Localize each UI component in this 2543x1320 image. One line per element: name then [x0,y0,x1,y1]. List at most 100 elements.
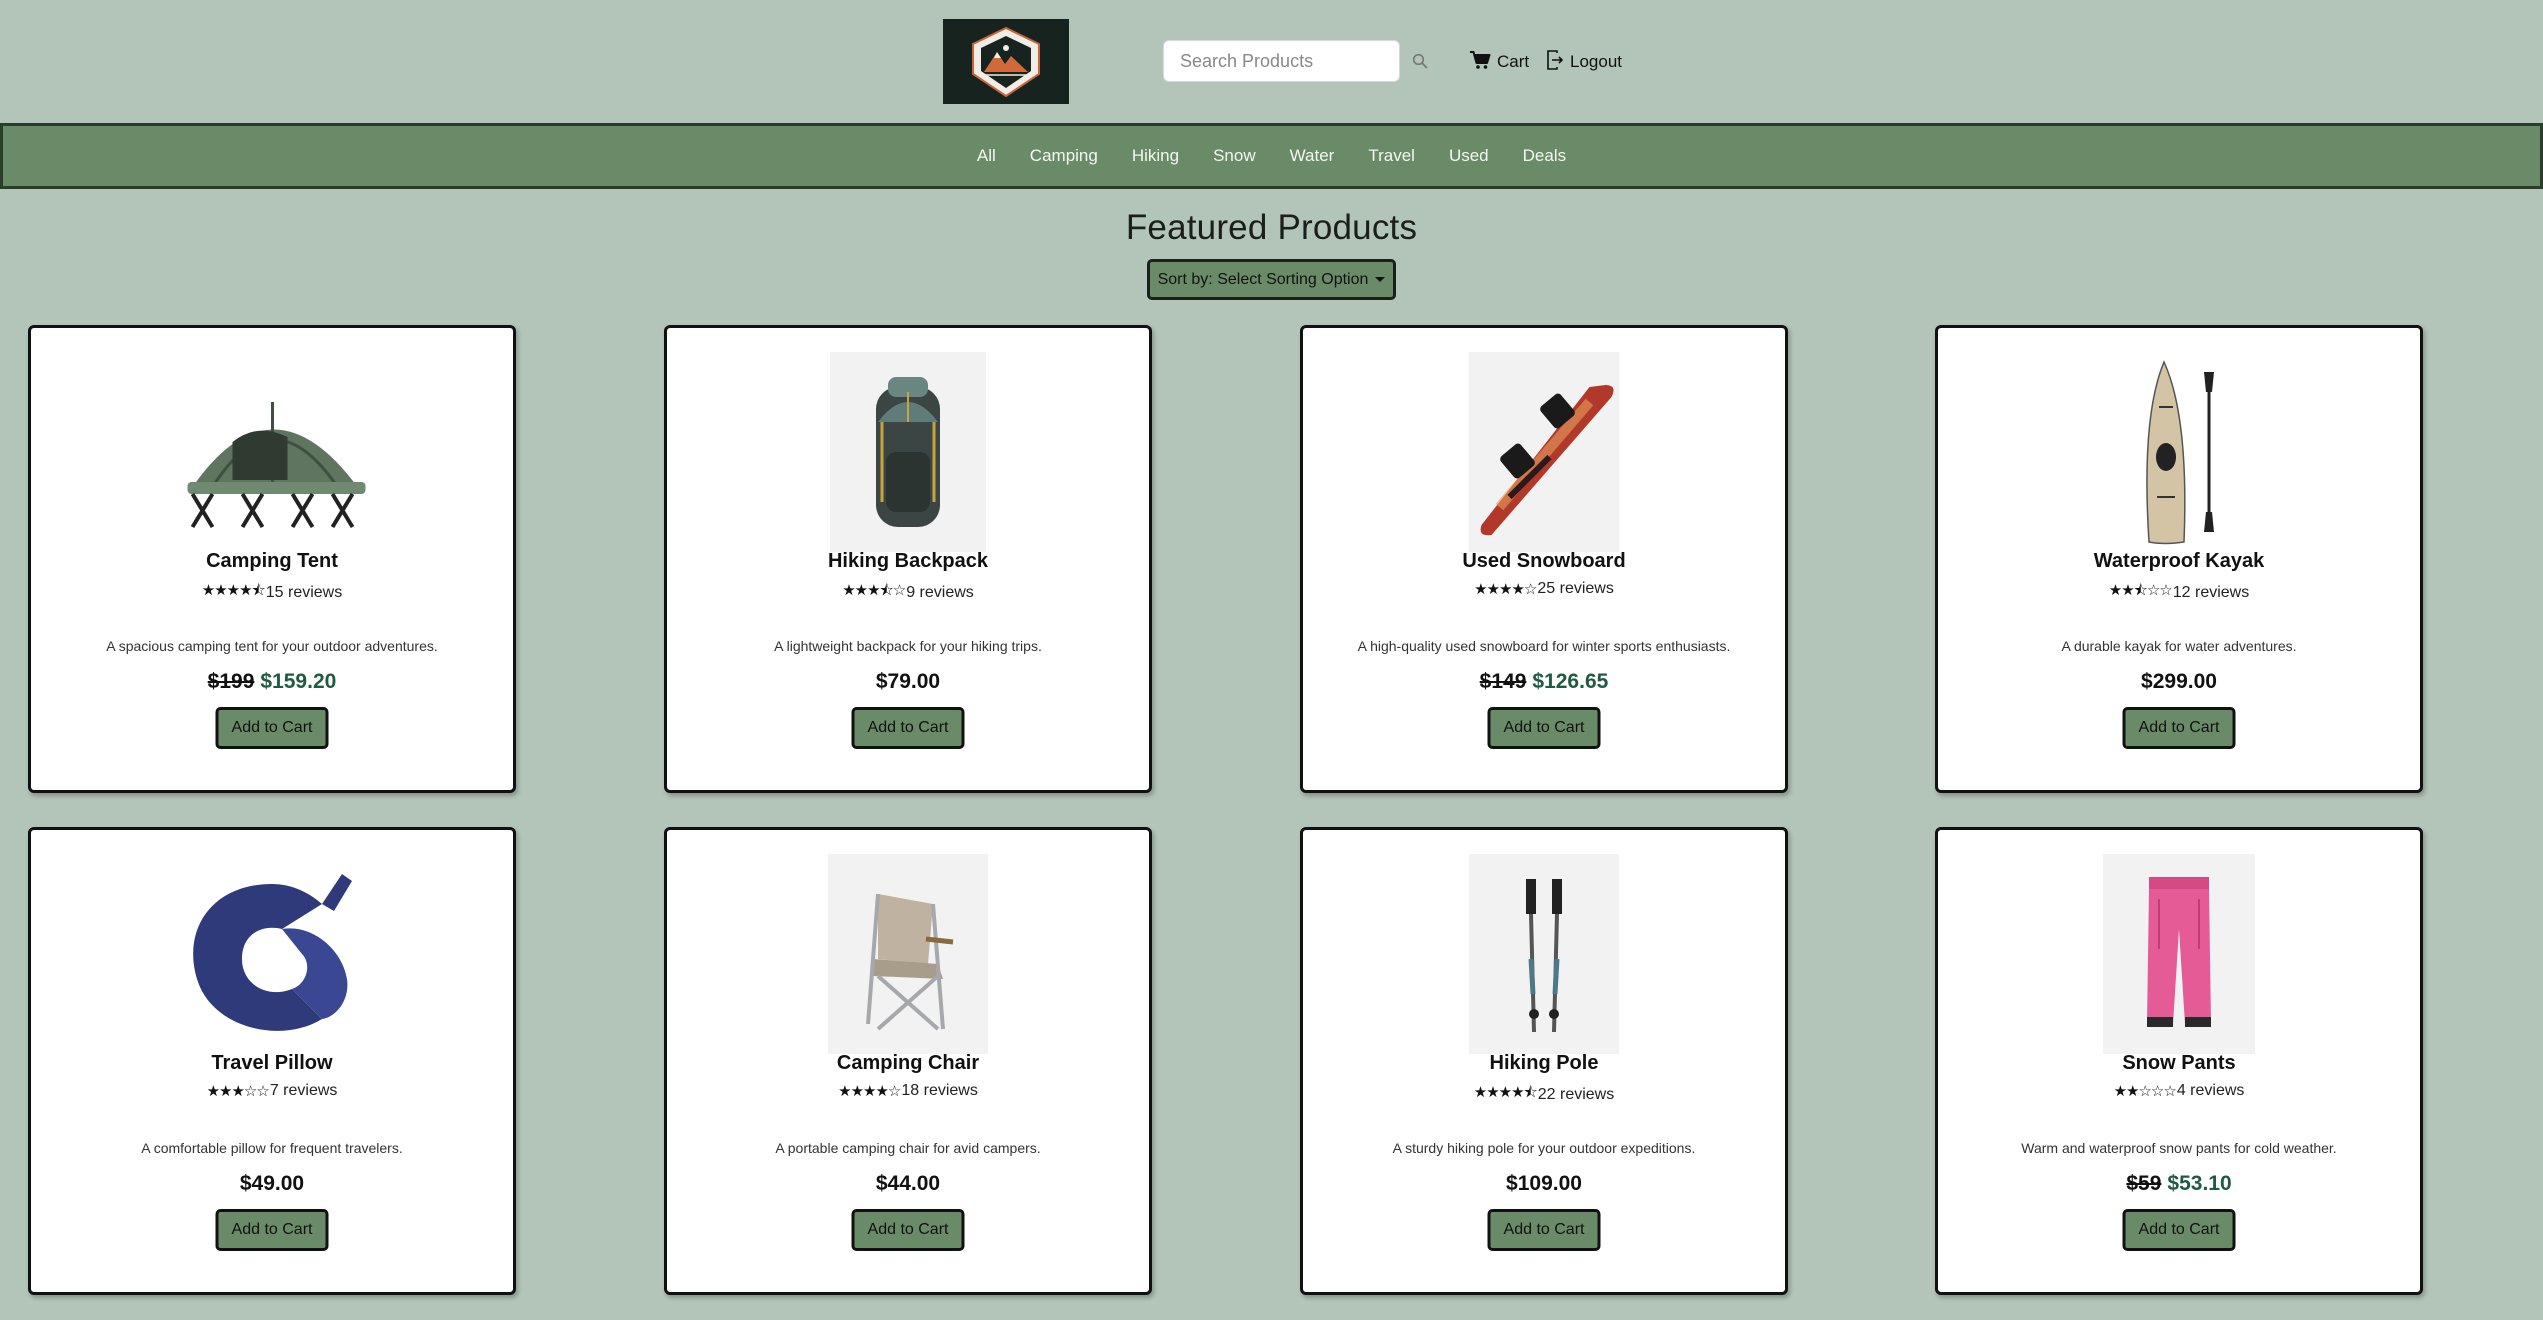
review-count: 9 reviews [906,583,974,601]
nav-item-used[interactable]: Used [1432,143,1506,169]
price-value: $109.00 [1506,1172,1582,1195]
product-rating: ★★★☆☆ 7 reviews [31,1082,513,1100]
product-image[interactable] [1469,854,1619,1054]
snow-pants-icon [2147,877,2211,1027]
product-card[interactable]: Used Snowboard ★★★★☆ 25 reviews A high-q… [1300,325,1788,793]
star-rating-icon: ★★⯪☆☆ [2108,582,2173,599]
product-name[interactable]: Camping Chair [667,1052,1149,1075]
product-price: $49.00 [31,1172,513,1196]
product-price: $199 $159.20 [31,670,513,694]
add-to-cart-button[interactable]: Add to Cart [1487,1209,1601,1251]
review-count: 12 reviews [2172,583,2250,601]
sale-price: $126.65 [1532,670,1609,693]
product-price: $149 $126.65 [1303,670,1785,694]
original-price: $149 [1479,670,1527,693]
product-image[interactable] [2079,352,2279,552]
caret-down-icon [1375,277,1386,282]
logo-emblem-icon [972,26,1040,97]
page-title: Featured Products [1125,208,1418,247]
star-rating-icon: ★★★⯪☆ [842,582,906,599]
product-price: $59 $53.10 [1938,1172,2420,1196]
sort-dropdown[interactable]: Sort by: Select Sorting Option [1147,259,1396,300]
product-card[interactable]: Waterproof Kayak ★★⯪☆☆ 12 reviews A dura… [1935,325,2423,793]
product-price: $79.00 [667,670,1149,694]
product-price: $44.00 [667,1172,1149,1196]
product-description: A durable kayak for water adventures. [2061,638,2297,654]
product-image[interactable] [828,854,988,1054]
site-header: Cart Logout [0,0,2543,123]
logout-icon [1546,49,1564,76]
cart-label: Cart [1497,52,1530,71]
hiking-pole-icon [1526,879,1562,1033]
add-to-cart-button[interactable]: Add to Cart [2122,707,2236,749]
product-name[interactable]: Hiking Backpack [667,550,1149,573]
star-rating-icon: ★★★★⯪ [201,582,266,599]
product-rating: ★★★⯪☆ 9 reviews [667,580,1149,605]
add-to-cart-button[interactable]: Add to Cart [851,1209,965,1251]
product-name[interactable]: Waterproof Kayak [1938,550,2420,573]
nav-item-snow[interactable]: Snow [1196,143,1273,169]
search-icon[interactable] [1412,51,1428,71]
sort-label: Sort by: Select Sorting Option [1157,270,1369,288]
add-to-cart-button[interactable]: Add to Cart [215,1209,329,1251]
review-count: 4 reviews [2176,1082,2245,1099]
product-description: A portable camping chair for avid camper… [775,1140,1041,1156]
product-rating: ★★☆☆☆ 4 reviews [1938,1082,2420,1100]
star-rating-icon: ★★★★☆ [838,1083,901,1100]
category-nav: All Camping Hiking Snow Water Travel Use… [0,123,2543,189]
original-price: $199 [207,670,255,693]
product-description: A comfortable pillow for frequent travel… [141,1140,403,1156]
product-card[interactable]: Hiking Pole ★★★★⯪ 22 reviews A sturdy hi… [1300,827,1788,1295]
product-image[interactable] [830,352,986,552]
product-description: A sturdy hiking pole for your outdoor ex… [1392,1140,1696,1156]
nav-item-water[interactable]: Water [1273,143,1352,169]
product-image[interactable] [2103,854,2255,1054]
price-value: $299.00 [2141,670,2217,693]
review-count: 7 reviews [269,1082,338,1099]
product-description: Warm and waterproof snow pants for cold … [2021,1140,2337,1156]
product-image[interactable] [1468,352,1620,552]
star-rating-icon: ★★★★☆ [1474,581,1537,598]
product-rating: ★★★★⯪ 15 reviews [31,580,513,605]
product-name[interactable]: Hiking Pole [1303,1052,1785,1075]
logout-link[interactable]: Logout [1546,49,1622,75]
brand-logo[interactable] [943,19,1069,104]
chair-icon [866,893,954,1031]
product-rating: ★★★★☆ 18 reviews [667,1082,1149,1100]
cart-link[interactable]: Cart [1469,49,1529,75]
nav-item-deals[interactable]: Deals [1506,143,1583,169]
add-to-cart-button[interactable]: Add to Cart [1487,707,1601,749]
product-price: $109.00 [1303,1172,1785,1196]
product-card[interactable]: Travel Pillow ★★★☆☆ 7 reviews A comforta… [28,827,516,1295]
review-count: 22 reviews [1537,1085,1615,1103]
nav-item-hiking[interactable]: Hiking [1115,143,1196,169]
nav-item-travel[interactable]: Travel [1351,143,1432,169]
product-rating: ★★⯪☆☆ 12 reviews [1938,580,2420,605]
add-to-cart-button[interactable]: Add to Cart [215,707,329,749]
product-card[interactable]: Snow Pants ★★☆☆☆ 4 reviews Warm and wate… [1935,827,2423,1295]
add-to-cart-button[interactable]: Add to Cart [851,707,965,749]
kayak-icon [2146,360,2214,545]
add-to-cart-button[interactable]: Add to Cart [2122,1209,2236,1251]
product-image[interactable] [169,854,375,1054]
search-input[interactable] [1180,50,1412,72]
product-card[interactable]: Camping Chair ★★★★☆ 18 reviews A portabl… [664,827,1152,1295]
product-name[interactable]: Travel Pillow [31,1052,513,1075]
original-price: $59 [2126,1172,2162,1195]
review-count: 18 reviews [901,1082,978,1099]
nav-item-camping[interactable]: Camping [1013,143,1115,169]
star-rating-icon: ★★☆☆☆ [2113,1083,2177,1100]
product-description: A high-quality used snowboard for winter… [1357,638,1731,654]
product-name[interactable]: Camping Tent [31,550,513,573]
product-rating: ★★★★⯪ 22 reviews [1303,1082,1785,1107]
sale-price: $159.20 [260,670,337,693]
product-image[interactable] [165,352,379,552]
product-card[interactable]: Hiking Backpack ★★★⯪☆ 9 reviews A lightw… [664,325,1152,793]
price-value: $79.00 [875,670,941,693]
product-name[interactable]: Used Snowboard [1303,550,1785,573]
product-name[interactable]: Snow Pants [1938,1052,2420,1075]
product-card[interactable]: Camping Tent ★★★★⯪ 15 reviews A spacious… [28,325,516,793]
nav-item-all[interactable]: All [960,143,1013,169]
review-count: 25 reviews [1537,580,1614,597]
search-bar[interactable] [1163,40,1428,82]
